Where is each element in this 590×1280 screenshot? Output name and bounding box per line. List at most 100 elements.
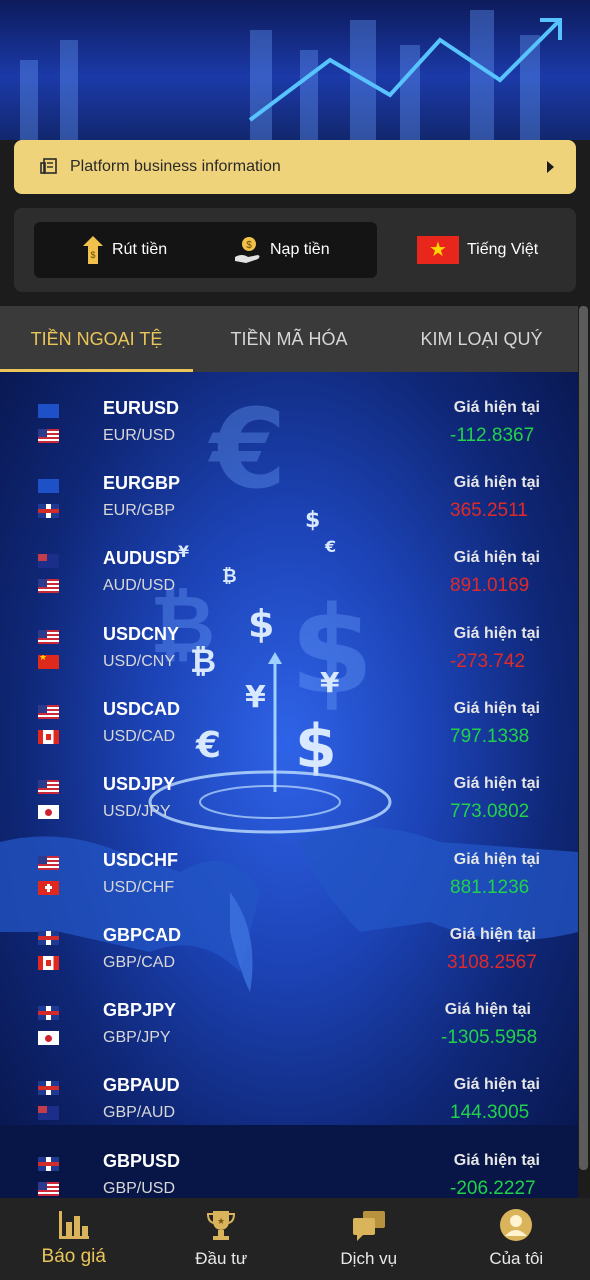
australia-flag-icon xyxy=(38,554,59,568)
nav-services[interactable]: Dịch vụ xyxy=(295,1198,443,1280)
quote-list: € $ ₿ $ $ ₿ € ¥ ¥ $ ₿ € ¥ EURUSD EUR/USD… xyxy=(0,372,578,1198)
current-price-label: Giá hiện tại xyxy=(453,399,540,416)
withdraw-icon: $ xyxy=(83,236,103,264)
current-price-label: Giá hiện tại xyxy=(453,1152,540,1169)
nav-quotes[interactable]: Báo giá xyxy=(0,1198,148,1280)
switzerland-flag-icon xyxy=(38,881,59,895)
list-item[interactable]: GBPCAD GBP/CAD Giá hiện tại 3108.2567 xyxy=(0,899,578,974)
language-selector[interactable]: Tiếng Việt xyxy=(417,236,538,264)
list-item[interactable]: AUDUSD AUD/USD Giá hiện tại 891.0169 xyxy=(0,522,578,597)
us-flag-icon xyxy=(38,630,59,644)
quote-pair: GBP/CAD xyxy=(103,954,176,971)
canada-flag-icon xyxy=(38,730,59,744)
market-tabs: TIỀN NGOẠI TỆ TIỀN MÃ HÓA KIM LOẠI QUÝ xyxy=(0,306,578,372)
hero-banner xyxy=(0,0,590,140)
document-icon xyxy=(40,158,57,174)
nav-account-label: Của tôi xyxy=(489,1249,544,1268)
bar-chart-icon xyxy=(58,1211,89,1239)
deposit-label: Nạp tiền xyxy=(270,241,330,258)
current-price-label: Giá hiện tại xyxy=(453,851,540,868)
quote-symbol: GBPAUD xyxy=(103,1075,180,1095)
current-price-label: Giá hiện tại xyxy=(453,549,540,566)
list-item[interactable]: GBPUSD GBP/USD Giá hiện tại -206.2227 xyxy=(0,1125,578,1198)
nav-account[interactable]: Của tôi xyxy=(443,1198,590,1280)
quote-pair: GBP/AUD xyxy=(103,1104,176,1121)
quote-price: -206.2227 xyxy=(450,1178,536,1198)
current-price-label: Giá hiện tại xyxy=(453,700,540,717)
quote-price: 773.0802 xyxy=(450,801,530,822)
list-item[interactable]: GBPAUD GBP/AUD Giá hiện tại 144.3005 xyxy=(0,1049,578,1124)
quote-pair: AUD/USD xyxy=(103,577,176,594)
quote-symbol: AUDUSD xyxy=(103,548,181,568)
us-flag-icon xyxy=(38,705,59,719)
deposit-icon: $ xyxy=(235,237,260,263)
us-flag-icon xyxy=(38,856,59,870)
quote-pair: GBP/JPY xyxy=(103,1029,171,1046)
wallet-actions: $ Rút tiền $ Nạp tiền xyxy=(34,222,377,278)
quote-pair: USD/CHF xyxy=(103,879,175,896)
list-item[interactable]: EURUSD EUR/USD Giá hiện tại -112.8367 xyxy=(0,372,578,447)
list-item[interactable]: USDJPY USD/JPY Giá hiện tại 773.0802 xyxy=(0,748,578,823)
current-price-label: Giá hiện tại xyxy=(449,926,536,943)
us-flag-icon xyxy=(38,1182,59,1196)
canada-flag-icon xyxy=(38,956,59,970)
current-price-label: Giá hiện tại xyxy=(453,1076,540,1093)
tab-crypto[interactable]: TIỀN MÃ HÓA xyxy=(193,306,385,372)
quote-price: -273.742 xyxy=(450,651,526,672)
platform-info-bar[interactable]: Platform business information xyxy=(14,140,576,194)
withdraw-label: Rút tiền xyxy=(112,241,168,258)
chat-icon xyxy=(352,1211,385,1241)
deposit-button[interactable]: $ Nạp tiền xyxy=(234,222,330,278)
uk-flag-icon xyxy=(38,1006,59,1020)
quote-symbol: USDCAD xyxy=(103,699,181,719)
uk-flag-icon xyxy=(38,1157,59,1171)
australia-flag-icon xyxy=(38,1106,59,1120)
quote-price: 881.1236 xyxy=(450,877,530,898)
list-item[interactable]: USDCAD USD/CAD Giá hiện tại 797.1338 xyxy=(0,673,578,748)
uk-flag-icon xyxy=(38,504,59,518)
quote-symbol: GBPJPY xyxy=(103,1000,177,1020)
svg-text:$: $ xyxy=(246,240,252,251)
list-item[interactable]: GBPJPY GBP/JPY Giá hiện tại -1305.5958 xyxy=(0,974,578,1049)
us-flag-icon xyxy=(38,780,59,794)
uk-flag-icon xyxy=(38,931,59,945)
eu-flag-icon xyxy=(38,404,59,418)
quote-price: 797.1338 xyxy=(450,726,530,747)
nav-services-label: Dịch vụ xyxy=(340,1249,398,1268)
svg-text:★: ★ xyxy=(217,1217,225,1227)
quote-pair: USD/CAD xyxy=(103,728,176,745)
quote-pair: USD/CNY xyxy=(103,653,176,670)
quote-symbol: GBPUSD xyxy=(103,1151,181,1171)
eu-flag-icon xyxy=(38,479,59,493)
trophy-icon: ★ xyxy=(207,1211,236,1240)
list-item[interactable]: EURGBP EUR/GBP Giá hiện tại 365.2511 xyxy=(0,447,578,522)
uk-flag-icon xyxy=(38,1081,59,1095)
japan-flag-icon xyxy=(38,1031,59,1045)
quote-pair: EUR/GBP xyxy=(103,502,176,519)
quote-price: 365.2511 xyxy=(450,500,528,521)
current-price-label: Giá hiện tại xyxy=(453,474,540,491)
us-flag-icon xyxy=(38,429,59,443)
vietnam-flag-icon xyxy=(417,236,459,264)
quote-price: -1305.5958 xyxy=(441,1027,538,1048)
nav-invest-label: Đầu tư xyxy=(195,1249,248,1268)
quote-symbol: USDCNY xyxy=(103,624,180,644)
quote-price: -112.8367 xyxy=(450,425,535,446)
nav-invest[interactable]: ★ Đầu tư xyxy=(148,1198,296,1280)
quote-symbol: GBPCAD xyxy=(103,925,182,945)
tab-forex[interactable]: TIỀN NGOẠI TỆ xyxy=(0,306,193,372)
tab-precious-metals[interactable]: KIM LOẠI QUÝ xyxy=(385,306,578,372)
quote-pair: EUR/USD xyxy=(103,427,176,444)
list-item[interactable]: USDCHF USD/CHF Giá hiện tại 881.1236 xyxy=(0,824,578,899)
scrollbar[interactable] xyxy=(579,306,588,1170)
quote-price: 891.0169 xyxy=(450,575,530,596)
current-price-label: Giá hiện tại xyxy=(453,775,540,792)
current-price-label: Giá hiện tại xyxy=(453,625,540,642)
withdraw-button[interactable]: $ Rút tiền xyxy=(82,222,167,278)
quote-symbol: USDJPY xyxy=(103,774,176,794)
list-item[interactable]: USDCNY USD/CNY Giá hiện tại -273.742 xyxy=(0,598,578,673)
quote-pair: USD/JPY xyxy=(103,803,171,820)
quote-price: 3108.2567 xyxy=(447,952,537,973)
japan-flag-icon xyxy=(38,805,59,819)
chevron-right-icon xyxy=(547,161,554,173)
